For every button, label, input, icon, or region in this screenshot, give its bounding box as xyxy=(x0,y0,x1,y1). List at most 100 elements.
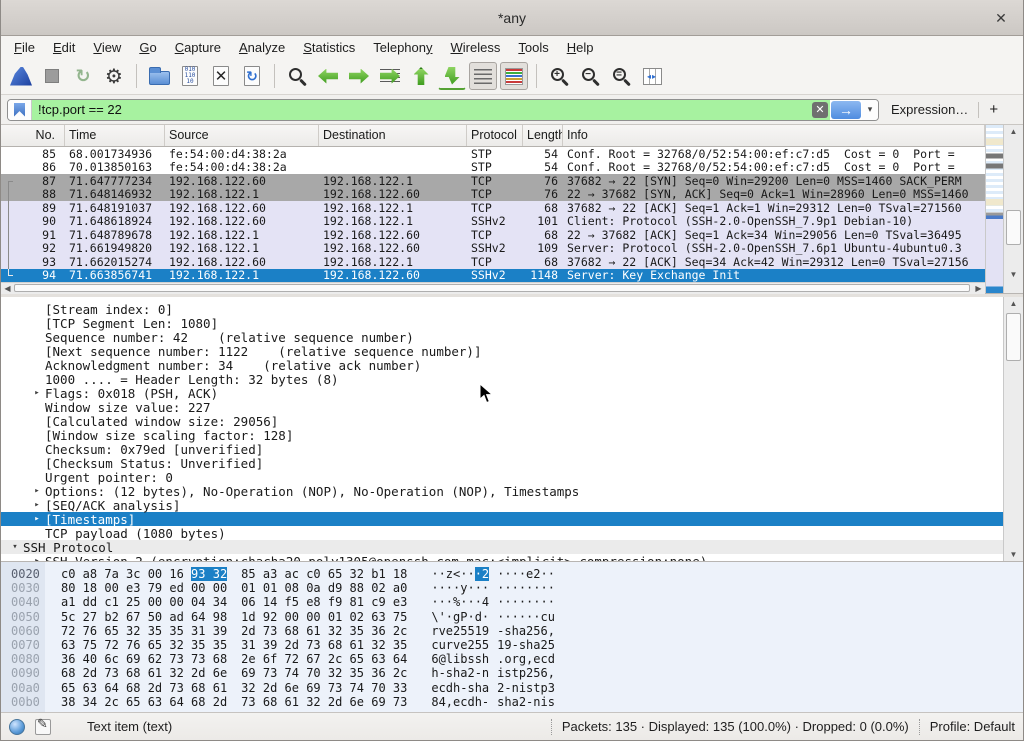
menu-analyze[interactable]: Analyze xyxy=(230,38,294,57)
profile-label[interactable]: Profile: Default xyxy=(930,719,1015,734)
detail-row[interactable]: Urgent pointer: 0 xyxy=(1,470,1003,484)
detail-row[interactable]: ▸SSH Version 2 (encryption:chacha20-poly… xyxy=(1,554,1003,561)
detail-row[interactable]: Sequence number: 42 (relative sequence n… xyxy=(1,330,1003,344)
save-file-icon[interactable]: 01011010 xyxy=(176,62,204,90)
hex-row[interactable]: 00b038 34 2c 65 63 64 68 2d73 68 61 32 2… xyxy=(11,695,1023,709)
open-file-icon[interactable] xyxy=(145,62,173,90)
vscroll-down-icon[interactable] xyxy=(1004,268,1023,281)
zoom-reset-icon[interactable]: = xyxy=(607,62,635,90)
menu-file[interactable]: File xyxy=(5,38,44,57)
details-vscroll-thumb[interactable] xyxy=(1006,313,1021,361)
zoom-in-icon[interactable]: + xyxy=(545,62,573,90)
display-filter-input[interactable] xyxy=(32,100,810,120)
find-packet-icon[interactable] xyxy=(283,62,311,90)
detail-row[interactable]: 1000 .... = Header Length: 32 bytes (8) xyxy=(1,372,1003,386)
detail-row[interactable]: [TCP Segment Len: 1080] xyxy=(1,316,1003,330)
packet-row[interactable]: 9171.648789678192.168.122.1192.168.122.6… xyxy=(1,228,985,242)
hscroll-right-icon[interactable] xyxy=(972,283,985,294)
close-window-icon[interactable]: ✕ xyxy=(991,8,1011,28)
detail-row[interactable]: TCP payload (1080 bytes) xyxy=(1,526,1003,540)
packet-row[interactable]: 8670.013850163fe:54:00:d4:38:2aSTP54Conf… xyxy=(1,161,985,175)
vscroll-thumb[interactable] xyxy=(1006,210,1021,245)
expand-toggle-icon[interactable]: ▸ xyxy=(29,388,45,398)
column-header-destination[interactable]: Destination xyxy=(319,125,467,146)
packet-row[interactable]: 8871.648146932192.168.122.1192.168.122.6… xyxy=(1,188,985,202)
packet-row[interactable]: 8771.647777234192.168.122.60192.168.122.… xyxy=(1,174,985,188)
go-to-packet-icon[interactable] xyxy=(376,62,404,90)
zoom-out-icon[interactable]: − xyxy=(576,62,604,90)
column-header-info[interactable]: Info xyxy=(563,125,985,146)
packet-row[interactable]: 8568.001734936fe:54:00:d4:38:2aSTP54Conf… xyxy=(1,147,985,161)
menu-statistics[interactable]: Statistics xyxy=(294,38,364,57)
colorize-icon[interactable] xyxy=(500,62,528,90)
capture-options-icon[interactable]: ⚙ xyxy=(100,62,128,90)
vscroll-up-icon[interactable] xyxy=(1004,125,1023,138)
detail-row[interactable]: Window size value: 227 xyxy=(1,400,1003,414)
menu-tools[interactable]: Tools xyxy=(509,38,557,57)
detail-row[interactable]: ▸Options: (12 bytes), No-Operation (NOP)… xyxy=(1,484,1003,498)
hex-row[interactable]: 003080 18 00 e3 79 ed 00 0001 01 08 0a d… xyxy=(11,581,1023,595)
detail-row[interactable]: Checksum: 0x79ed [unverified] xyxy=(1,442,1003,456)
expression-button[interactable]: Expression… xyxy=(891,102,968,117)
details-vscroll-up-icon[interactable] xyxy=(1004,297,1023,310)
column-header-no[interactable]: No. xyxy=(1,125,65,146)
detail-row[interactable]: [Checksum Status: Unverified] xyxy=(1,456,1003,470)
expand-toggle-icon[interactable]: ▸ xyxy=(29,486,45,496)
packet-row[interactable]: 9271.661949820192.168.122.1192.168.122.6… xyxy=(1,242,985,256)
hscroll-thumb[interactable] xyxy=(14,284,970,292)
auto-scroll-icon[interactable] xyxy=(469,62,497,90)
detail-row[interactable]: [Stream index: 0] xyxy=(1,302,1003,316)
details-vscroll-down-icon[interactable] xyxy=(1004,548,1023,561)
packet-row[interactable]: 9371.662015274192.168.122.60192.168.122.… xyxy=(1,255,985,269)
hex-row[interactable]: 00505c 27 b2 67 50 ad 64 981d 92 00 00 0… xyxy=(11,610,1023,624)
reload-file-icon[interactable]: ↻ xyxy=(238,62,266,90)
detail-row[interactable]: ▸[Timestamps] xyxy=(1,512,1003,526)
menu-edit[interactable]: Edit xyxy=(44,38,84,57)
expand-toggle-icon[interactable]: ▸ xyxy=(29,500,45,510)
packet-row[interactable]: 9471.663856741192.168.122.1192.168.122.6… xyxy=(1,269,985,283)
menu-go[interactable]: Go xyxy=(130,38,165,57)
detail-row[interactable]: Acknowledgment number: 34 (relative ack … xyxy=(1,358,1003,372)
hex-row[interactable]: 0040a1 dd c1 25 00 00 04 3406 14 f5 e8 f… xyxy=(11,595,1023,609)
packet-row[interactable]: 9071.648618924192.168.122.60192.168.122.… xyxy=(1,215,985,229)
intelligent-scrollbar-minimap[interactable] xyxy=(985,125,1003,293)
clear-filter-button[interactable]: ✕ xyxy=(810,100,830,120)
go-last-icon[interactable] xyxy=(438,62,466,90)
hex-row[interactable]: 0020c0 a8 7a 3c 00 16 93 3285 a3 ac c0 6… xyxy=(11,567,1023,581)
menu-wireless[interactable]: Wireless xyxy=(442,38,510,57)
packet-row[interactable]: 8971.648191037192.168.122.60192.168.122.… xyxy=(1,201,985,215)
add-filter-button[interactable]: + xyxy=(979,101,1008,118)
menu-view[interactable]: View xyxy=(84,38,130,57)
close-file-icon[interactable]: ✕ xyxy=(207,62,235,90)
expert-info-icon[interactable] xyxy=(9,719,25,735)
filter-bookmark-button[interactable] xyxy=(8,100,32,120)
resize-columns-icon[interactable]: ◂▸ xyxy=(638,62,666,90)
column-header-length[interactable]: Length xyxy=(523,125,563,146)
detail-row[interactable]: ▸[SEQ/ACK analysis] xyxy=(1,498,1003,512)
detail-row[interactable]: ▸Flags: 0x018 (PSH, ACK) xyxy=(1,386,1003,400)
detail-row[interactable]: ▾SSH Protocol xyxy=(1,540,1003,554)
filter-dropdown-icon[interactable]: ▾ xyxy=(862,100,878,120)
restart-capture-icon[interactable]: ↻ xyxy=(69,62,97,90)
hex-row[interactable]: 009068 2d 73 68 61 32 2d 6e69 73 74 70 3… xyxy=(11,666,1023,680)
go-first-icon[interactable] xyxy=(407,62,435,90)
stop-capture-icon[interactable] xyxy=(38,62,66,90)
detail-row[interactable]: [Next sequence number: 1122 (relative se… xyxy=(1,344,1003,358)
expand-toggle-icon[interactable]: ▸ xyxy=(29,514,45,524)
menu-telephony[interactable]: Telephony xyxy=(364,38,441,57)
expand-toggle-icon[interactable]: ▸ xyxy=(29,556,45,561)
go-back-icon[interactable] xyxy=(314,62,342,90)
menu-help[interactable]: Help xyxy=(558,38,603,57)
menu-capture[interactable]: Capture xyxy=(166,38,230,57)
hex-row[interactable]: 007063 75 72 76 65 32 35 3531 39 2d 73 6… xyxy=(11,638,1023,652)
detail-row[interactable]: [Window size scaling factor: 128] xyxy=(1,428,1003,442)
hex-row[interactable]: 00a065 63 64 68 2d 73 68 6132 2d 6e 69 7… xyxy=(11,681,1023,695)
detail-row[interactable]: [Calculated window size: 29056] xyxy=(1,414,1003,428)
apply-filter-button[interactable]: → xyxy=(831,101,861,119)
hex-row[interactable]: 008036 40 6c 69 62 73 73 682e 6f 72 67 2… xyxy=(11,652,1023,666)
column-header-source[interactable]: Source xyxy=(165,125,319,146)
start-capture-icon[interactable] xyxy=(7,62,35,90)
capture-comment-icon[interactable] xyxy=(35,719,51,735)
hex-row[interactable]: 006072 76 65 32 35 35 31 392d 73 68 61 3… xyxy=(11,624,1023,638)
column-header-time[interactable]: Time xyxy=(65,125,165,146)
